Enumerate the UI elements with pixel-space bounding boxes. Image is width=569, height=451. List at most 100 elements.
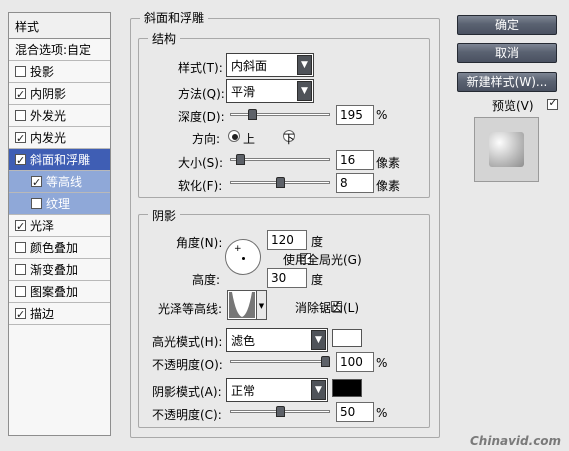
style-list-item[interactable]: 内阴影 — [9, 83, 110, 105]
highlight-opacity-thumb[interactable] — [321, 356, 330, 367]
direction-label: 方向: — [192, 132, 221, 146]
gloss-contour-picker[interactable] — [227, 290, 257, 320]
style-checkbox[interactable] — [15, 151, 26, 171]
angle-input[interactable]: 120 — [267, 230, 307, 250]
styles-list-panel: 样式 混合选项:自定投影内阴影外发光内发光斜面和浮雕等高线纹理光泽颜色叠加渐变叠… — [8, 12, 111, 436]
style-list-item-label: 混合选项:自定 — [15, 42, 92, 57]
shadow-opacity-input[interactable]: 50 — [336, 402, 374, 422]
style-checkbox[interactable] — [15, 305, 26, 325]
style-list-item[interactable]: 等高线 — [9, 171, 110, 193]
depth-slider[interactable] — [230, 109, 330, 123]
shadow-color-swatch[interactable] — [332, 379, 362, 397]
style-checkbox[interactable] — [15, 85, 26, 105]
style-checkbox[interactable] — [15, 129, 26, 149]
depth-slider-thumb[interactable] — [248, 109, 257, 120]
direction-up-label: 上 — [243, 132, 256, 146]
style-list-item[interactable]: 混合选项:自定 — [9, 39, 110, 61]
angle-unit: 度 — [311, 235, 324, 249]
depth-unit: % — [376, 108, 388, 122]
style-list-item-label: 投影 — [30, 64, 55, 79]
style-list-item[interactable]: 投影 — [9, 61, 110, 83]
style-list-item[interactable]: 渐变叠加 — [9, 259, 110, 281]
style-checkbox[interactable] — [15, 66, 26, 77]
soften-slider[interactable] — [230, 177, 330, 191]
style-list-item[interactable]: 内发光 — [9, 127, 110, 149]
direction-down-label: 下 — [283, 132, 296, 146]
chevron-down-icon: ▼ — [297, 81, 312, 101]
gloss-contour-dropdown[interactable]: ▼ — [257, 290, 267, 320]
highlight-mode-select[interactable]: 滤色 ▼ — [226, 328, 328, 352]
style-list-item-label: 描边 — [30, 306, 55, 321]
highlight-opacity-slider[interactable] — [230, 356, 330, 370]
watermark-text: Chinavid.com — [470, 434, 562, 448]
highlight-opacity-label: 不透明度(O): — [152, 358, 223, 372]
style-list-item[interactable]: 纹理 — [9, 193, 110, 215]
soften-slider-thumb[interactable] — [276, 177, 285, 188]
highlight-mode-value: 滤色 — [231, 333, 256, 348]
highlight-color-swatch[interactable] — [332, 329, 362, 347]
technique-label: 方法(Q): — [178, 87, 225, 101]
style-checkbox[interactable] — [15, 110, 26, 121]
shadow-opacity-slider[interactable] — [230, 406, 330, 420]
shadow-opacity-label: 不透明度(C): — [152, 408, 222, 422]
style-list-item-label: 内阴影 — [30, 86, 67, 101]
chevron-down-icon: ▼ — [311, 330, 326, 350]
altitude-label: 高度: — [192, 273, 221, 287]
direction-up-radio[interactable] — [228, 130, 240, 142]
size-unit: 像素 — [376, 156, 401, 170]
style-list-item[interactable]: 光泽 — [9, 215, 110, 237]
style-checkbox[interactable] — [15, 217, 26, 237]
style-list-item-label: 等高线 — [46, 174, 83, 189]
style-checkbox[interactable] — [31, 198, 42, 209]
style-list-item-label: 光泽 — [30, 218, 55, 233]
style-select-value: 内斜面 — [231, 58, 268, 73]
antialias-label: 消除锯齿(L) — [295, 301, 360, 315]
depth-input[interactable]: 195 — [336, 105, 374, 125]
altitude-unit: 度 — [311, 273, 324, 287]
style-list-item-label: 内发光 — [30, 130, 67, 145]
new-style-button[interactable]: 新建样式(W)... — [457, 72, 557, 92]
angle-dial[interactable]: + — [225, 239, 261, 275]
size-slider[interactable] — [230, 154, 330, 168]
chevron-down-icon: ▼ — [297, 55, 312, 75]
shadow-opacity-thumb[interactable] — [276, 406, 285, 417]
size-input[interactable]: 16 — [336, 150, 374, 170]
styles-header: 样式 — [9, 13, 110, 39]
style-checkbox[interactable] — [15, 286, 26, 297]
dial-center — [242, 257, 245, 260]
soften-label: 软化(F): — [178, 179, 223, 193]
soften-input[interactable]: 8 — [336, 173, 374, 193]
style-checkbox[interactable] — [31, 173, 42, 193]
style-list-item-label: 斜面和浮雕 — [30, 152, 91, 167]
chevron-down-icon: ▼ — [311, 380, 326, 400]
ok-button[interactable]: 确定 — [457, 15, 557, 35]
altitude-input[interactable]: 30 — [267, 268, 307, 288]
highlight-opacity-input[interactable]: 100 — [336, 352, 374, 372]
shadow-mode-value: 正常 — [231, 383, 256, 398]
style-checkbox[interactable] — [15, 242, 26, 253]
style-select[interactable]: 内斜面 ▼ — [226, 53, 314, 77]
depth-label: 深度(D): — [178, 110, 225, 124]
style-list-item-label: 颜色叠加 — [30, 240, 79, 255]
style-label: 样式(T): — [178, 61, 223, 75]
style-list-item-label: 图案叠加 — [30, 284, 79, 299]
style-list-item[interactable]: 外发光 — [9, 105, 110, 127]
style-list-item[interactable]: 图案叠加 — [9, 281, 110, 303]
technique-select[interactable]: 平滑 ▼ — [226, 79, 314, 103]
size-slider-thumb[interactable] — [236, 154, 245, 165]
shadow-mode-label: 阴影模式(A): — [152, 385, 222, 399]
shading-title: 阴影 — [148, 207, 181, 224]
bevel-emboss-title: 斜面和浮雕 — [140, 9, 209, 26]
shadow-mode-select[interactable]: 正常 ▼ — [226, 378, 328, 402]
soften-unit: 像素 — [376, 179, 401, 193]
style-list-item[interactable]: 斜面和浮雕 — [9, 149, 110, 171]
style-list-item[interactable]: 颜色叠加 — [9, 237, 110, 259]
preview-checkbox[interactable] — [547, 96, 559, 110]
style-preview-thumbnail — [474, 117, 539, 182]
size-label: 大小(S): — [178, 156, 224, 170]
style-list-item[interactable]: 描边 — [9, 303, 110, 325]
style-list-item-label: 纹理 — [46, 196, 71, 211]
cancel-button[interactable]: 取消 — [457, 43, 557, 63]
style-list-item-label: 渐变叠加 — [30, 262, 79, 277]
style-checkbox[interactable] — [15, 264, 26, 275]
